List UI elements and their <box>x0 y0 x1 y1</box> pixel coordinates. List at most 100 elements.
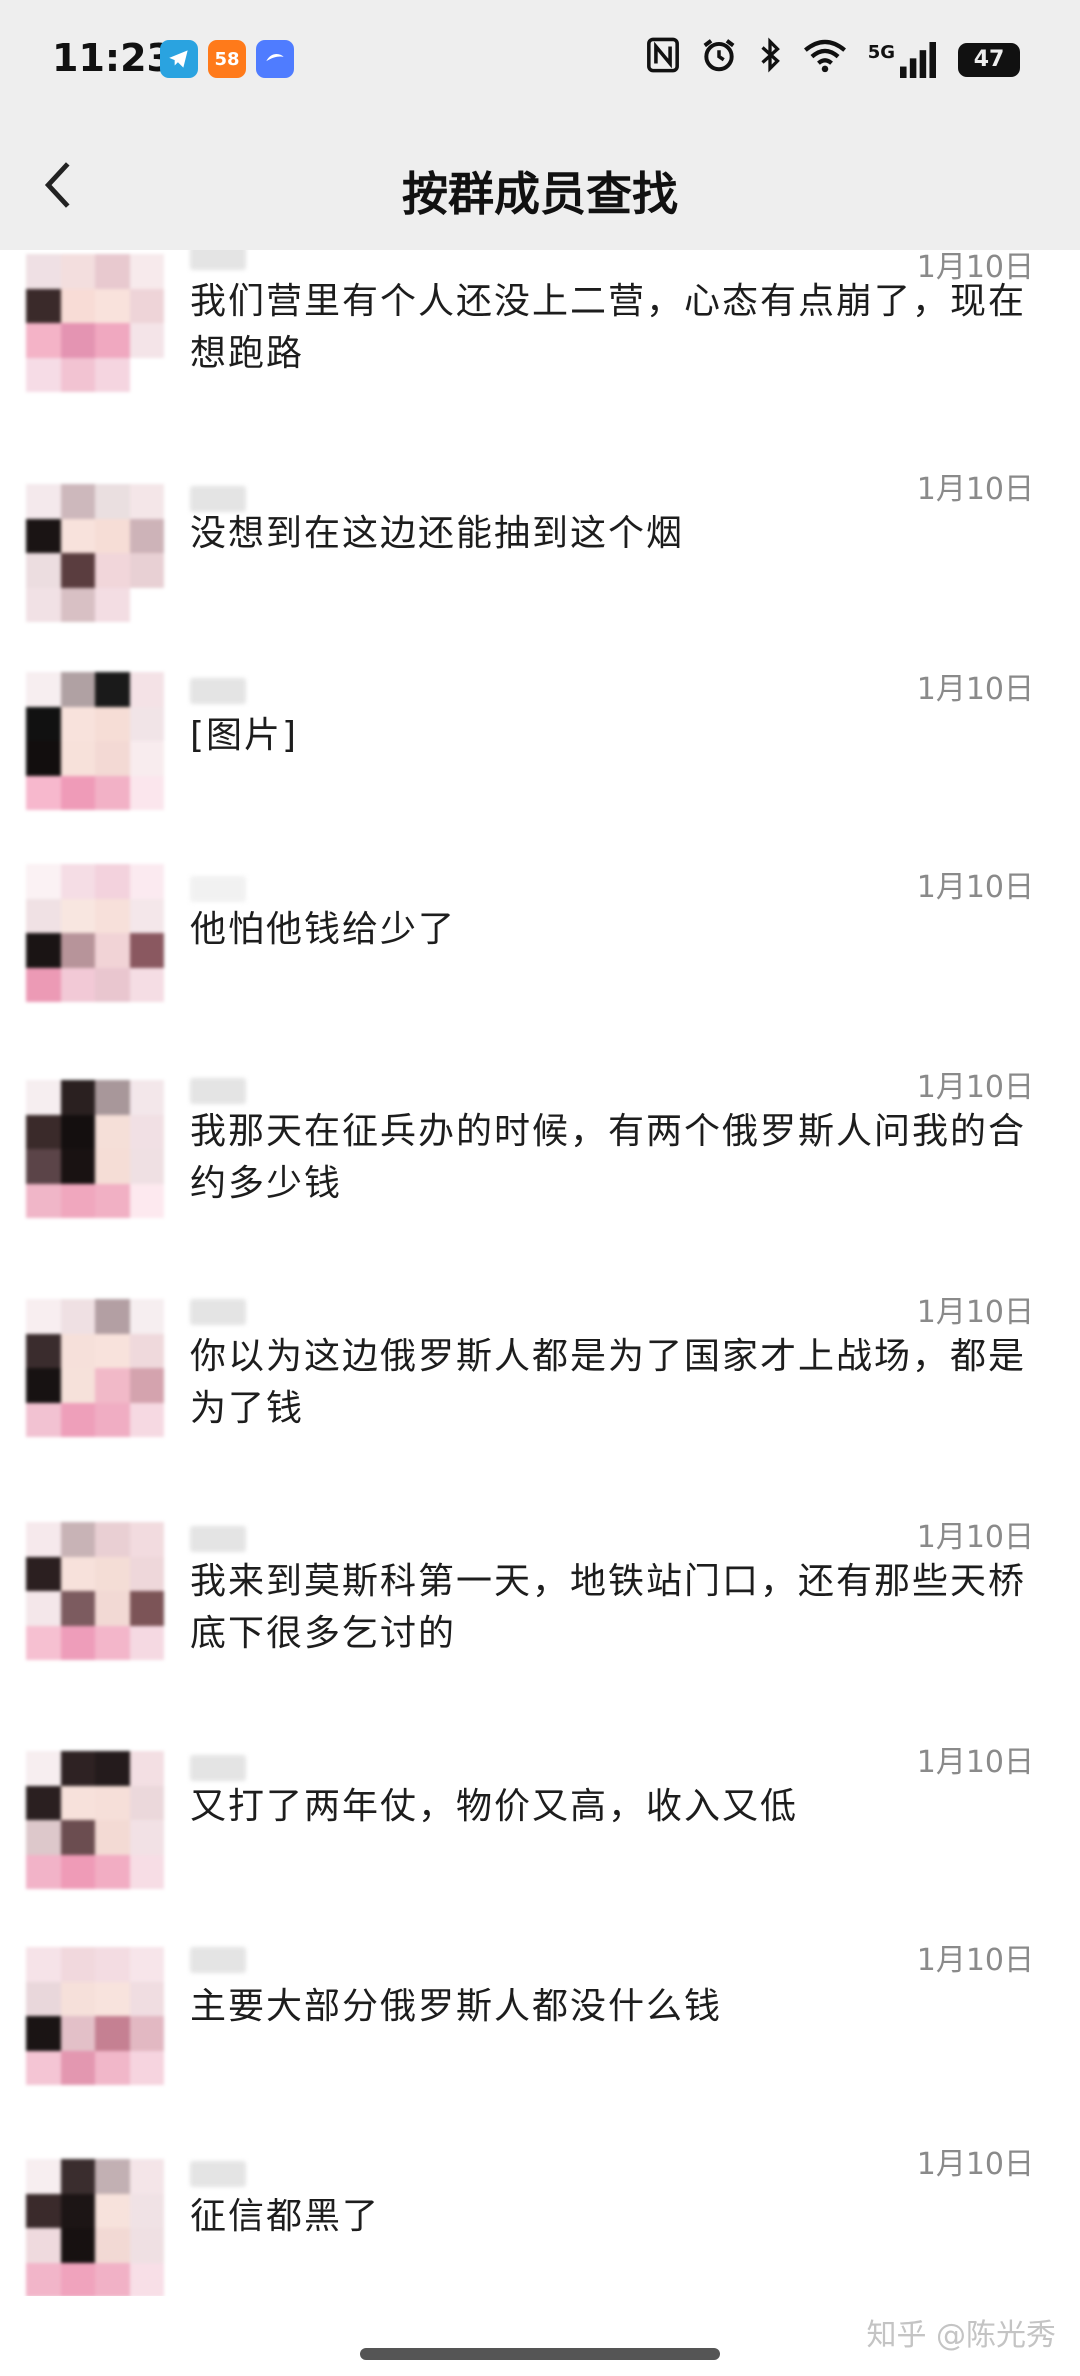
avatar-mosaic-cell <box>129 1149 164 1184</box>
result-item[interactable]: 1月10日 征信都黑了 <box>0 2125 1080 2296</box>
sender-name-blurred <box>190 1526 246 1552</box>
avatar-mosaic-cell <box>95 323 130 358</box>
home-indicator[interactable] <box>360 2348 720 2360</box>
avatar-mosaic-cell <box>26 1947 61 1982</box>
sender-name-blurred <box>190 2161 246 2187</box>
avatar-mosaic-cell <box>95 2193 130 2228</box>
avatar-mosaic-cell <box>95 1522 130 1557</box>
result-item[interactable]: 1月10日 他怕他钱给少了 <box>0 850 1080 1050</box>
message-text: 我们营里有个人还没上二营，心态有点崩了，现在想跑路 <box>190 281 1027 374</box>
avatar-mosaic-cell <box>95 898 130 933</box>
avatar-mosaic-cell <box>26 1591 61 1626</box>
avatar-mosaic-cell <box>26 2016 61 2051</box>
result-item[interactable]: 1月10日 我来到莫斯科第一天，地铁站门口，还有那些天桥底下很多乞讨的 <box>0 1500 1080 1720</box>
message-text: 我那天在征兵办的时候，有两个俄罗斯人问我的合约多少钱 <box>190 1111 1027 1204</box>
avatar <box>26 1080 164 1218</box>
message-text: 我来到莫斯科第一天，地铁站门口，还有那些天桥底下很多乞讨的 <box>190 1561 1027 1654</box>
result-item[interactable]: 1月10日 我们营里有个人还没上二营，心态有点崩了，现在想跑路 <box>0 250 1080 440</box>
message-date: 1月10日 <box>916 1520 1034 1555</box>
nav-bar: 按群成员查找 <box>0 120 1080 250</box>
network-label: 5G <box>867 41 895 63</box>
message-date: 1月10日 <box>916 1295 1034 1330</box>
avatar-mosaic-cell <box>129 553 164 588</box>
avatar-mosaic-cell <box>26 898 61 933</box>
avatar-mosaic-cell <box>129 1591 164 1626</box>
result-item[interactable]: 1月10日 [图片] <box>0 650 1080 850</box>
avatar-mosaic-cell <box>129 775 164 810</box>
alarm-icon <box>700 36 738 83</box>
message-date: 1月10日 <box>916 1070 1034 1105</box>
battery-indicator: 47 <box>958 42 1020 77</box>
avatar-mosaic-cell <box>60 1820 95 1855</box>
result-item[interactable]: 1月10日 主要大部分俄罗斯人都没什么钱 <box>0 1925 1080 2125</box>
avatar-mosaic-cell <box>129 587 164 622</box>
message-date: 1月10日 <box>916 2147 1034 2182</box>
status-bar: 11:23 58 5G 47 <box>0 0 1080 120</box>
avatar-mosaic-cell <box>26 1299 61 1334</box>
message-text: 征信都黑了 <box>190 2196 381 2237</box>
avatar-mosaic-cell <box>60 553 95 588</box>
avatar-mosaic-cell <box>60 357 95 392</box>
avatar-mosaic-cell <box>129 254 164 289</box>
sender-name-blurred <box>190 1755 246 1781</box>
avatar-mosaic-cell <box>26 2193 61 2228</box>
avatar-mosaic-cell <box>95 1820 130 1855</box>
avatar-mosaic-cell <box>129 1183 164 1218</box>
result-item[interactable]: 1月10日 没想到在这边还能抽到这个烟 <box>0 450 1080 650</box>
avatar-mosaic-cell <box>60 1149 95 1184</box>
avatar-mosaic-cell <box>95 1080 130 1115</box>
message-text: 没想到在这边还能抽到这个烟 <box>190 513 685 554</box>
avatar-mosaic-cell <box>129 2159 164 2194</box>
message-text: 他怕他钱给少了 <box>190 909 457 950</box>
avatar-mosaic-cell <box>95 484 130 519</box>
avatar-mosaic-cell <box>95 1625 130 1660</box>
avatar-mosaic-cell <box>95 864 130 899</box>
avatar-mosaic-cell <box>129 518 164 553</box>
avatar-mosaic-cell <box>95 1299 130 1334</box>
avatar-mosaic-cell <box>26 967 61 1002</box>
avatar-mosaic-cell <box>60 518 95 553</box>
avatar-mosaic-cell <box>60 1368 95 1403</box>
avatar-mosaic-cell <box>60 254 95 289</box>
result-list[interactable]: 1月10日 我们营里有个人还没上二营，心态有点崩了，现在想跑路 1月10日 没想… <box>0 250 1080 2296</box>
avatar-mosaic-cell <box>60 1299 95 1334</box>
result-item[interactable]: 1月10日 又打了两年仗，物价又高，收入又低 <box>0 1725 1080 1925</box>
avatar-mosaic-cell <box>26 587 61 622</box>
avatar-mosaic-cell <box>60 288 95 323</box>
sender-name-blurred <box>190 1078 246 1104</box>
avatar <box>26 1751 164 1889</box>
message-text: 你以为这边俄罗斯人都是为了国家才上战场，都是为了钱 <box>190 1336 1027 1429</box>
avatar-mosaic-cell <box>60 2050 95 2085</box>
result-item[interactable]: 1月10日 我那天在征兵办的时候，有两个俄罗斯人问我的合约多少钱 <box>0 1050 1080 1270</box>
sender-name-blurred <box>190 1299 246 1325</box>
avatar-mosaic-cell <box>95 1402 130 1437</box>
avatar-mosaic-cell <box>129 706 164 741</box>
avatar-mosaic-cell <box>60 1183 95 1218</box>
avatar-mosaic-cell <box>60 706 95 741</box>
avatar-mosaic-cell <box>95 1854 130 1889</box>
avatar-mosaic-cell <box>26 484 61 519</box>
avatar-mosaic-cell <box>129 484 164 519</box>
avatar-mosaic-cell <box>26 1522 61 1557</box>
avatar-mosaic-cell <box>60 967 95 1002</box>
avatar-mosaic-cell <box>60 587 95 622</box>
avatar-mosaic-cell <box>26 1114 61 1149</box>
avatar-mosaic-cell <box>60 1556 95 1591</box>
avatar <box>26 1947 164 2085</box>
result-item[interactable]: 1月10日 你以为这边俄罗斯人都是为了国家才上战场，都是为了钱 <box>0 1275 1080 1495</box>
message-date: 1月10日 <box>916 472 1034 507</box>
avatar-mosaic-cell <box>60 775 95 810</box>
avatar-mosaic-cell <box>60 323 95 358</box>
message-text: 又打了两年仗，物价又高，收入又低 <box>190 1786 799 1827</box>
avatar-mosaic-cell <box>60 1947 95 1982</box>
avatar-mosaic-cell <box>129 2193 164 2228</box>
avatar-mosaic-cell <box>60 2193 95 2228</box>
avatar-mosaic-cell <box>129 288 164 323</box>
avatar-mosaic-cell <box>95 1333 130 1368</box>
avatar-mosaic-cell <box>129 864 164 899</box>
avatar-mosaic-cell <box>26 775 61 810</box>
avatar-mosaic-cell <box>95 1368 130 1403</box>
avatar-mosaic-cell <box>95 553 130 588</box>
avatar-mosaic-cell <box>60 2228 95 2263</box>
notification-icons: 58 <box>160 40 294 78</box>
